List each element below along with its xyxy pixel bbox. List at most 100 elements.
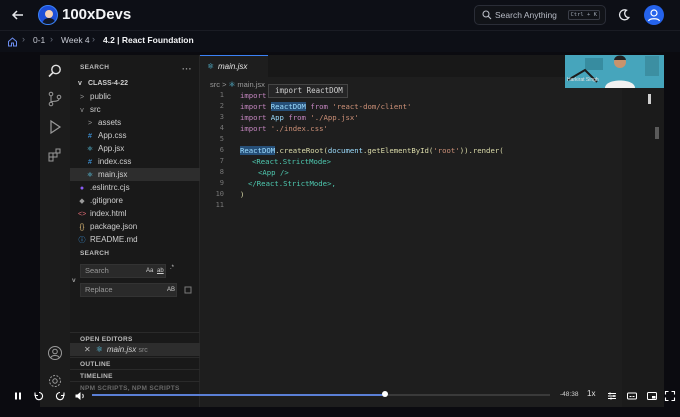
explorer-folder-root: v CLASS-4-22	[76, 77, 128, 90]
line-number: 4	[219, 124, 224, 132]
file-tree-item: > public	[70, 90, 200, 103]
scrollbar-thumb	[655, 127, 659, 139]
top-bar: 100xDevs Search Anything Ctrl + K	[0, 0, 680, 30]
fullscreen-icon[interactable]	[664, 390, 676, 402]
line-number: 9	[219, 179, 224, 187]
react-file-icon: ⚛	[95, 345, 103, 354]
search-icon	[482, 10, 492, 20]
npm-scripts-header: NPM SCRIPTS, NPM SCRIPTS	[70, 381, 200, 393]
line-number: 8	[219, 168, 224, 176]
line-number: 2	[219, 102, 224, 110]
react-file-icon: ⚛	[207, 62, 215, 71]
file-tree-item: v src	[70, 103, 200, 116]
breadcrumb-item-lesson[interactable]: 4.2 | React Foundation	[103, 35, 194, 45]
timeline-header: TIMELINE	[70, 369, 200, 381]
replace-field: Replace AB	[80, 283, 177, 297]
file-tree-item: {} package.json	[70, 220, 200, 233]
line-number: 11	[215, 201, 224, 209]
webcam-overlay: Harkirat Singh	[565, 55, 664, 88]
breadcrumb-item-course[interactable]: 0-1	[33, 35, 45, 45]
time-remaining: -48:38	[560, 391, 579, 398]
file-tree-item: ● .eslintrc.cjs	[70, 181, 200, 194]
code-line-2: import ReactDOM from 'react-dom/client'	[240, 102, 412, 111]
more-actions-icon: ···	[182, 64, 192, 74]
outline-header: OUTLINE	[70, 357, 200, 369]
search-icon	[48, 64, 61, 78]
open-editors-header: OPEN EDITORS	[70, 332, 200, 343]
moon-icon[interactable]	[617, 8, 631, 22]
file-tree-item-label: .eslintrc.cjs	[90, 183, 130, 192]
account-icon	[48, 346, 62, 360]
rewind-icon[interactable]	[33, 390, 45, 402]
file-tree-item: # index.css	[70, 155, 200, 168]
file-tree-item-label: index.css	[98, 157, 132, 166]
breadcrumb-separator-icon: ›	[92, 34, 95, 44]
code-line-3: import App from './App.jsx'	[240, 113, 359, 122]
line-number: 10	[215, 190, 224, 198]
file-tree-item: ⚛ App.jsx	[70, 142, 200, 155]
file-tree-item-label: README.md	[90, 235, 138, 244]
search-panel-title: SEARCH	[80, 250, 110, 257]
chevron-down-icon: v	[78, 80, 82, 87]
volume-icon[interactable]	[74, 390, 86, 402]
progress-bar[interactable]	[92, 391, 550, 397]
breadcrumb-separator-icon: ›	[22, 34, 25, 44]
search-placeholder: Search Anything	[495, 10, 557, 20]
file-tree-item: > assets	[70, 116, 200, 129]
line-number: 7	[219, 157, 224, 165]
video-frame[interactable]: SEARCH ··· v CLASS-4-22 > public v src > asset…	[40, 55, 664, 407]
breadcrumb-item-week[interactable]: Week 4	[61, 35, 90, 45]
file-tree-item-label: src	[90, 105, 101, 114]
tab-main-jsx: ⚛ main.jsx	[200, 55, 268, 77]
bottom-strip	[0, 407, 680, 417]
source-control-icon	[48, 91, 62, 107]
line-number: 6	[219, 146, 224, 154]
code-line-8: <App />	[258, 168, 289, 177]
code-line-1: import	[240, 91, 267, 100]
file-tree-item: ⓘ README.md	[70, 233, 200, 246]
breadcrumb: › 0-1 › Week 4 › 4.2 | React Foundation	[0, 30, 680, 52]
file-tree-item-label: public	[90, 92, 111, 101]
editor-path: src > ⚛ main.jsx	[210, 80, 265, 89]
run-debug-icon	[50, 119, 62, 135]
line-number: 5	[219, 135, 224, 143]
chevron-down-icon: v	[72, 277, 76, 284]
file-tree-item-label: main.jsx	[98, 170, 128, 179]
presenter-image	[565, 55, 664, 88]
captions-icon[interactable]	[626, 390, 638, 402]
replace-all-icon	[184, 286, 192, 294]
file-type-icon: ⓘ	[78, 237, 86, 244]
user-icon	[647, 9, 661, 22]
code-editor: ⚛ main.jsx src > ⚛ main.jsx 1 2 3 4 5 6 7 8 9 10 1…	[200, 55, 622, 407]
file-tree-item-label: index.html	[90, 209, 127, 218]
activity-bar	[40, 55, 70, 407]
search-shortcut-badge: Ctrl + K	[567, 10, 600, 20]
playback-speed[interactable]: 1x	[587, 389, 595, 398]
presenter-name: Harkirat Singh	[567, 77, 599, 83]
code-line-6: ReactDOM.createRoot(document.getElementB…	[240, 146, 504, 155]
back-arrow-icon[interactable]	[10, 7, 26, 23]
forward-icon[interactable]	[54, 390, 66, 402]
search-input[interactable]: Search Anything Ctrl + K	[474, 5, 606, 25]
settings-icon[interactable]	[606, 390, 618, 402]
file-tree-item: <> index.html	[70, 207, 200, 220]
line-number: 1	[219, 91, 224, 99]
progress-fill	[92, 394, 386, 396]
sidebar: SEARCH ··· v CLASS-4-22 > public v src > asset…	[70, 55, 200, 407]
code-line-10: )	[240, 190, 245, 199]
file-tree-item-label: assets	[98, 118, 122, 127]
pause-icon[interactable]	[12, 390, 24, 402]
scroll-marker	[648, 94, 651, 104]
minimap-panel	[622, 55, 664, 407]
code-line-7: <React.StrictMode>	[252, 157, 332, 166]
file-tree-item: # App.css	[70, 129, 200, 142]
brand-name[interactable]: 100xDevs	[62, 6, 131, 23]
search-field: Search Aa ab	[80, 264, 166, 278]
picture-in-picture-icon[interactable]	[646, 390, 658, 402]
code-line-4: import './index.css'	[240, 124, 328, 133]
open-editor-item: ✕ ⚛ main.jsx src	[70, 343, 200, 356]
user-avatar[interactable]	[644, 5, 664, 25]
brand-logo[interactable]	[38, 5, 58, 25]
home-icon[interactable]	[7, 36, 18, 47]
regex-toggle: .*	[170, 265, 175, 271]
